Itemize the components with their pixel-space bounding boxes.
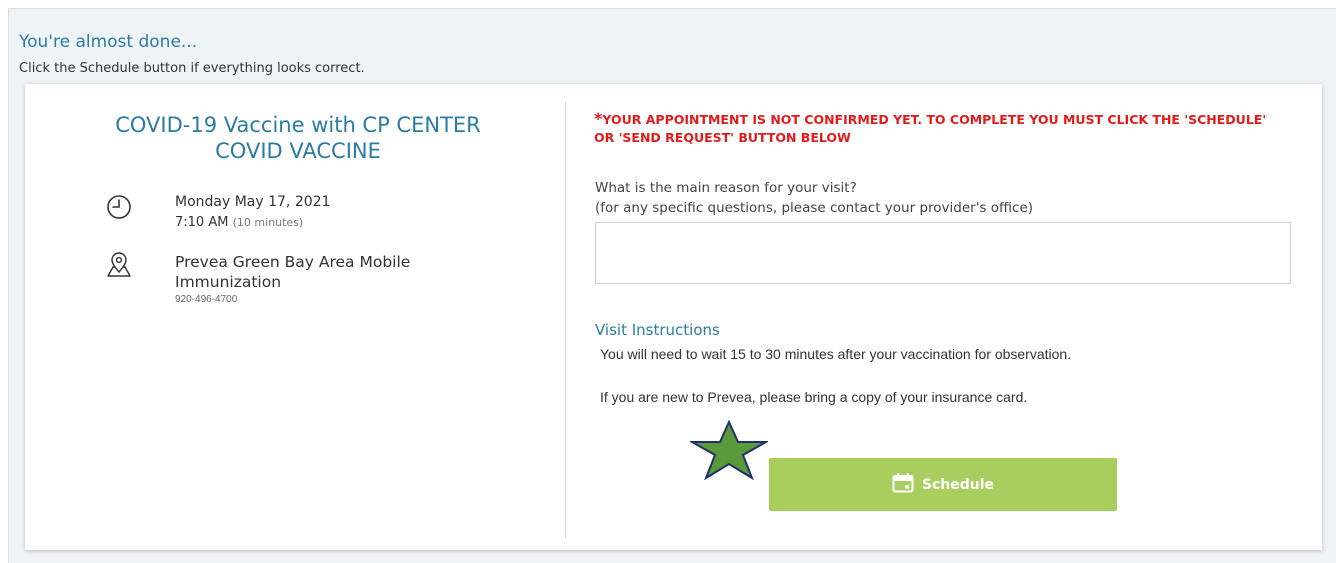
appointment-duration: (10 minutes) xyxy=(232,216,304,229)
location-phone: 920-496-4700 xyxy=(175,294,238,305)
appointment-time-row: 7:10 AM (10 minutes) xyxy=(175,214,303,232)
column-divider xyxy=(565,102,566,538)
appointment-date: Monday May 17, 2021 xyxy=(175,194,331,210)
reason-input[interactable] xyxy=(595,222,1291,284)
reason-hint: (for any specific questions, please cont… xyxy=(595,200,1034,216)
reason-label: What is the main reason for your visit? xyxy=(595,180,857,196)
clock-icon xyxy=(105,193,133,225)
reason-label-block: What is the main reason for your visit? … xyxy=(595,178,1033,218)
page-title: You're almost done... xyxy=(19,32,198,52)
visit-instruction-observation: You will need to wait 15 to 30 minutes a… xyxy=(600,346,1072,362)
star-annotation-icon xyxy=(690,420,768,480)
visit-type-title: COVID-19 Vaccine with CP CENTER COVID VA… xyxy=(115,113,481,163)
unconfirmed-warning: *YOUR APPOINTMENT IS NOT CONFIRMED YET. … xyxy=(594,110,1284,147)
schedule-button-label: Schedule xyxy=(921,476,995,493)
calendar-icon xyxy=(892,473,914,497)
visit-instructions-title: Visit Instructions xyxy=(595,321,720,339)
map-pin-icon xyxy=(104,250,134,284)
appointment-location: Prevea Green Bay Area Mobile Immunizatio… xyxy=(175,253,411,291)
warning-text: YOUR APPOINTMENT IS NOT CONFIRMED YET. T… xyxy=(594,112,1267,145)
appointment-time: 7:10 AM xyxy=(175,215,229,230)
visit-instruction-insurance: If you are new to Prevea, please bring a… xyxy=(600,389,1028,405)
page-subtitle: Click the Schedule button if everything … xyxy=(19,61,365,76)
schedule-button[interactable]: Schedule xyxy=(769,458,1117,511)
